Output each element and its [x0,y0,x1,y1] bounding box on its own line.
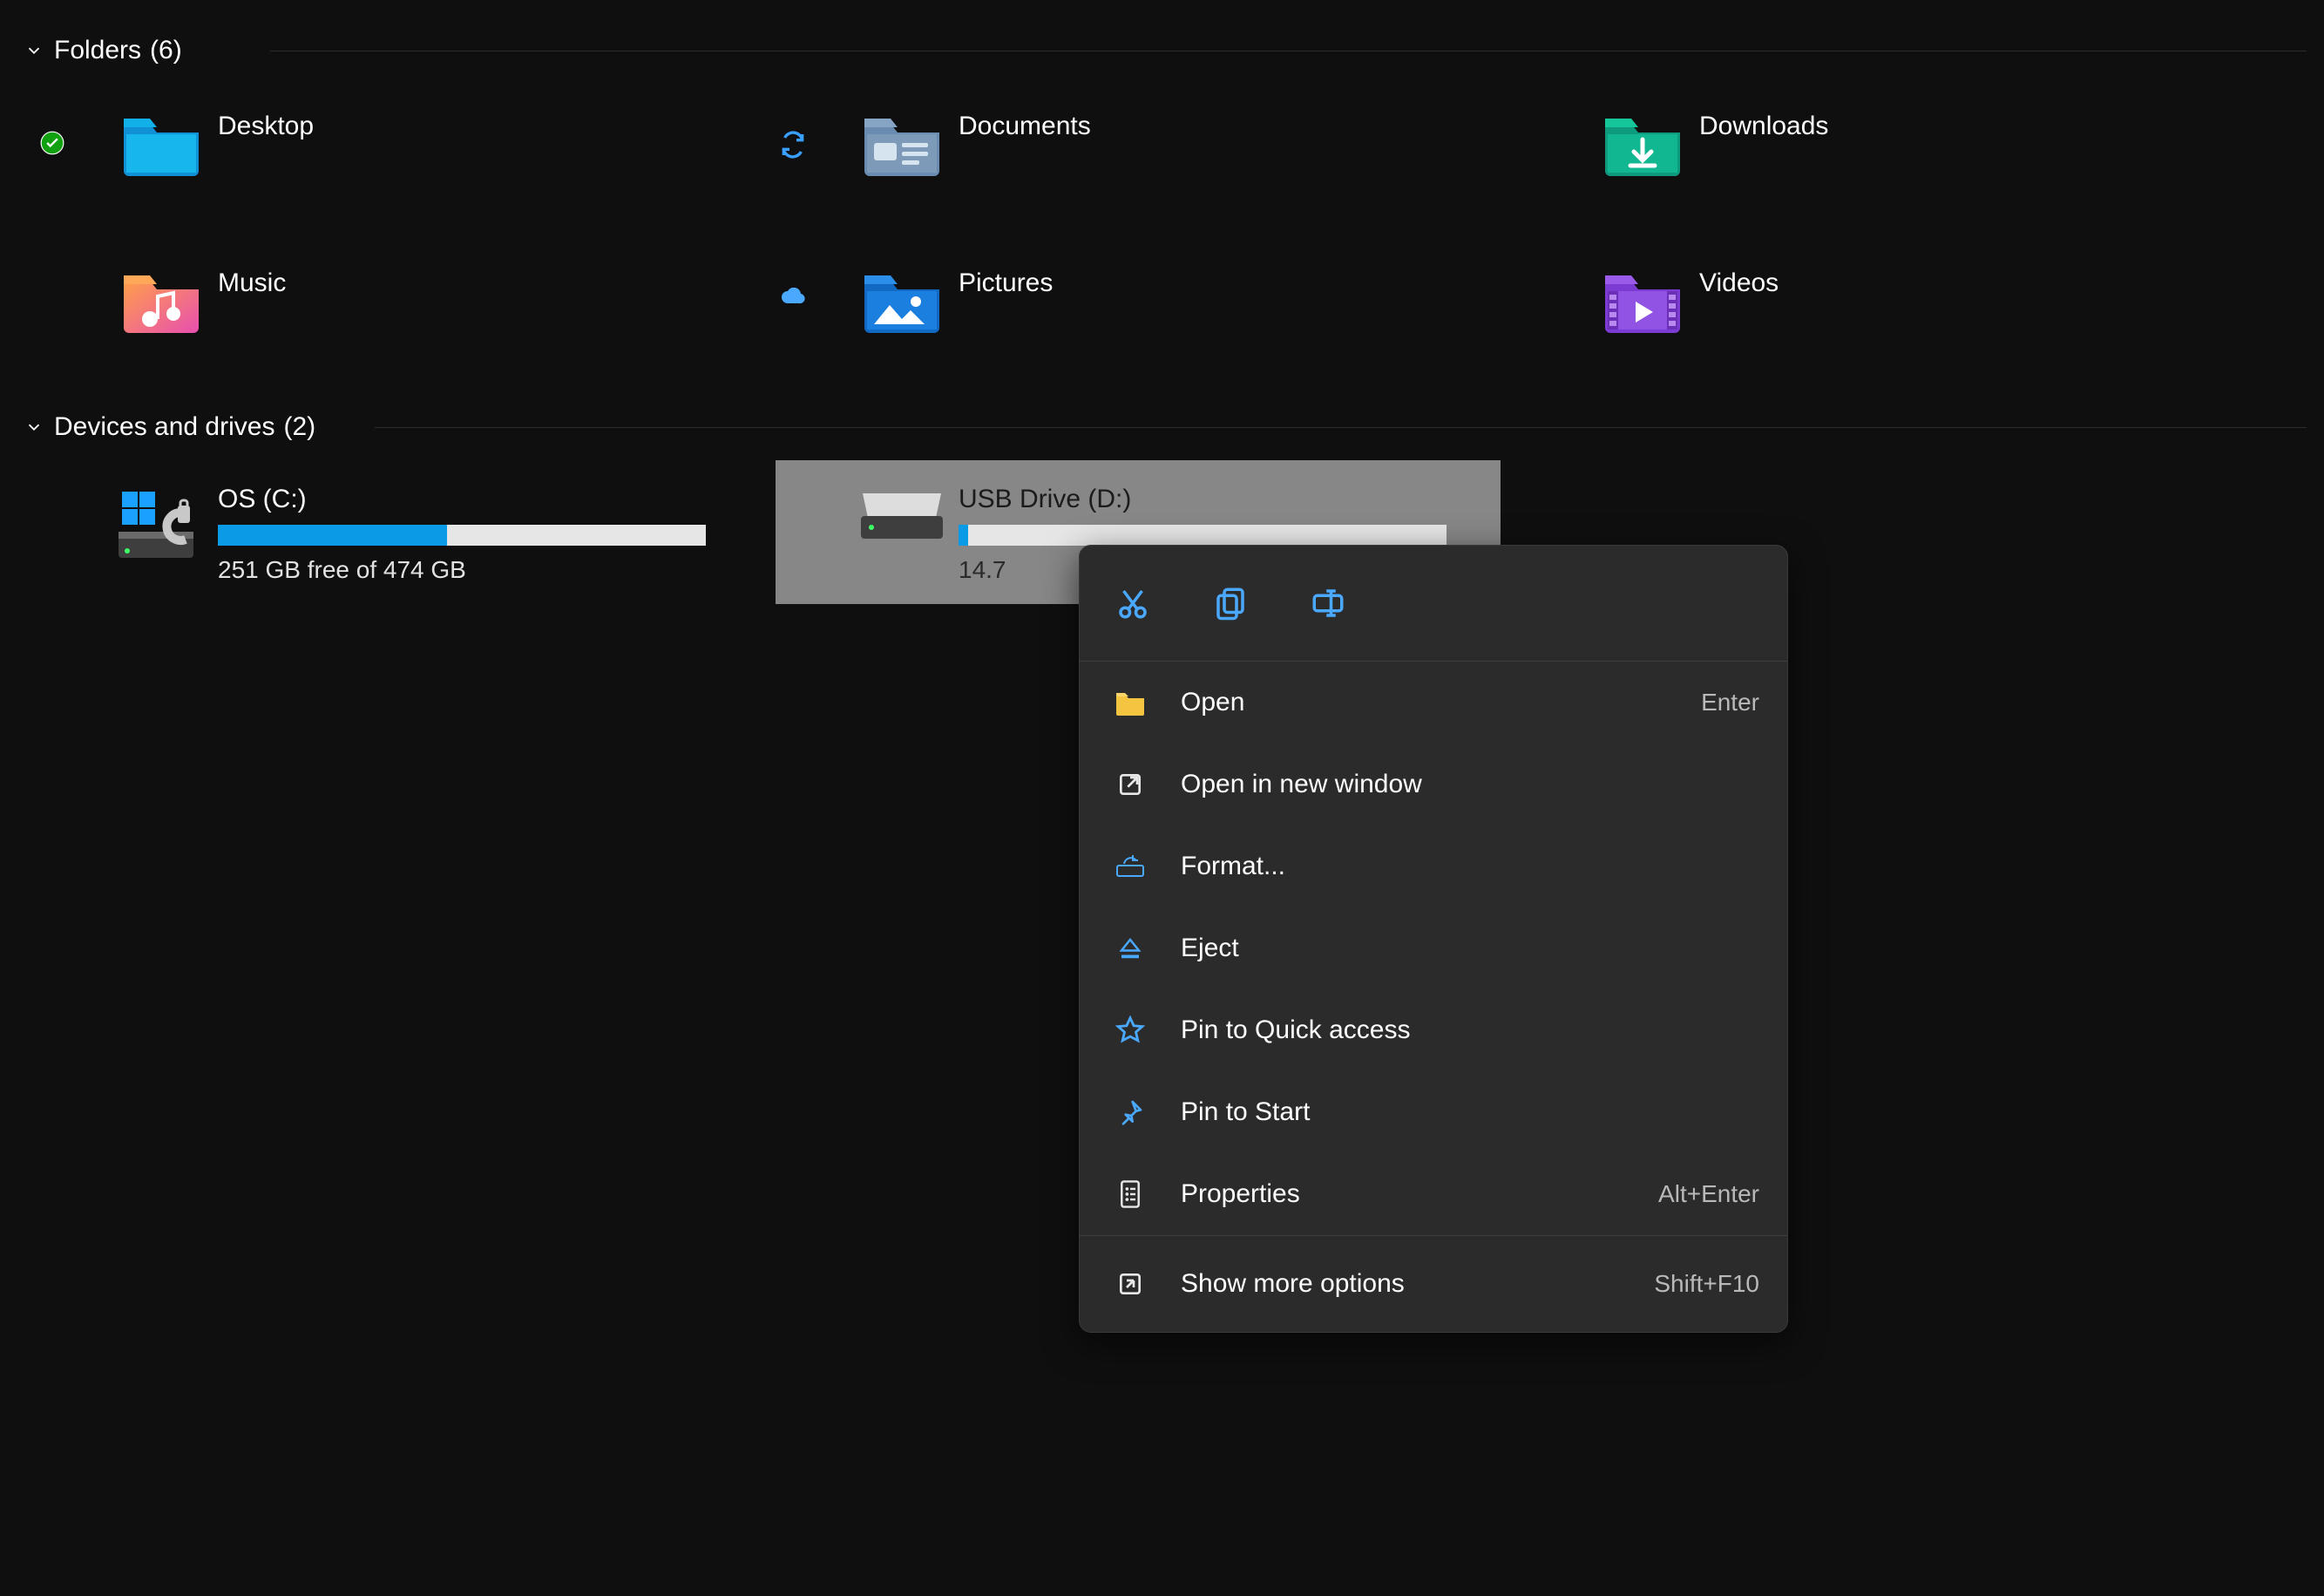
folder-item-documents[interactable]: Documents [741,84,1481,241]
context-item-label: Format... [1181,852,1759,881]
cut-icon[interactable] [1115,585,1151,621]
group-label: Devices and drives [54,412,274,442]
copy-icon[interactable] [1212,585,1249,621]
folder-label: Videos [1699,268,1779,298]
folder-label: Documents [959,112,1091,141]
context-item-shortcut: Enter [1701,689,1759,717]
drive-usb-icon [854,485,950,546]
open-new-window-icon [1104,771,1156,798]
context-item-show-more[interactable]: Show more options Shift+F10 [1080,1236,1787,1332]
folder-desktop-icon [119,108,203,178]
check-icon [40,131,64,155]
folder-pictures-icon [860,265,944,335]
eject-icon [1104,935,1156,961]
folder-label: Desktop [218,112,314,141]
chevron-down-icon [24,41,44,60]
drive-usage-fill [218,525,447,546]
context-menu-top-row [1080,546,1787,662]
group-count: (6) [150,36,182,65]
folders-grid: Desktop Documents [0,84,2324,397]
context-item-label: Open in new window [1181,770,1759,799]
folder-videos-icon [1601,265,1684,335]
folder-item-desktop[interactable]: Desktop [0,84,741,241]
sync-icon [779,131,807,159]
drive-label: OS (C:) [218,485,706,514]
folder-item-pictures[interactable]: Pictures [741,241,1481,397]
context-item-label: Properties [1181,1179,1658,1209]
folder-music-icon [119,265,203,335]
folder-item-music[interactable]: Music [0,241,741,397]
drive-item-os[interactable]: OS (C:) 251 GB free of 474 GB [0,460,741,604]
folder-label: Downloads [1699,112,1828,141]
context-item-open-new-window[interactable]: Open in new window [1080,744,1787,825]
context-item-shortcut: Alt+Enter [1658,1180,1759,1208]
context-item-shortcut: Shift+F10 [1654,1270,1759,1298]
group-label: Folders [54,36,141,65]
pin-icon [1104,1098,1156,1126]
group-header-drives[interactable]: Devices and drives (2) [0,403,2324,452]
drive-usage-bar [218,525,706,546]
group-header-folders[interactable]: Folders (6) [0,26,2324,75]
folder-item-videos[interactable]: Videos [1481,241,2222,397]
star-icon [1104,1015,1156,1045]
drive-usage-bar [959,525,1447,546]
context-item-label: Open [1181,688,1701,717]
format-icon [1104,853,1156,879]
properties-icon [1104,1179,1156,1209]
folder-open-icon [1104,689,1156,716]
context-item-pin-start[interactable]: Pin to Start [1080,1071,1787,1153]
context-item-open[interactable]: Open Enter [1080,662,1787,744]
folder-label: Music [218,268,286,298]
drive-os-icon [113,485,209,563]
group-count: (2) [283,412,315,442]
cloud-icon [780,288,806,307]
context-item-label: Show more options [1181,1269,1654,1299]
context-item-label: Pin to Quick access [1181,1015,1759,1045]
folder-item-downloads[interactable]: Downloads [1481,84,2222,241]
context-item-eject[interactable]: Eject [1080,907,1787,989]
context-item-properties[interactable]: Properties Alt+Enter [1080,1153,1787,1235]
folder-documents-icon [860,108,944,178]
context-menu: Open Enter Open in new window Format... … [1079,545,1788,1333]
divider [375,427,2307,428]
drive-label: USB Drive (D:) [959,485,1447,514]
drive-usage-fill [959,525,968,546]
folder-label: Pictures [959,268,1053,298]
context-item-label: Pin to Start [1181,1097,1759,1127]
folder-downloads-icon [1601,108,1684,178]
rename-icon[interactable] [1310,585,1346,621]
context-item-pin-quick-access[interactable]: Pin to Quick access [1080,989,1787,1071]
chevron-down-icon [24,418,44,437]
context-item-label: Eject [1181,934,1759,963]
context-item-format[interactable]: Format... [1080,825,1787,907]
show-more-icon [1104,1270,1156,1298]
drive-usage-text: 251 GB free of 474 GB [218,556,706,584]
